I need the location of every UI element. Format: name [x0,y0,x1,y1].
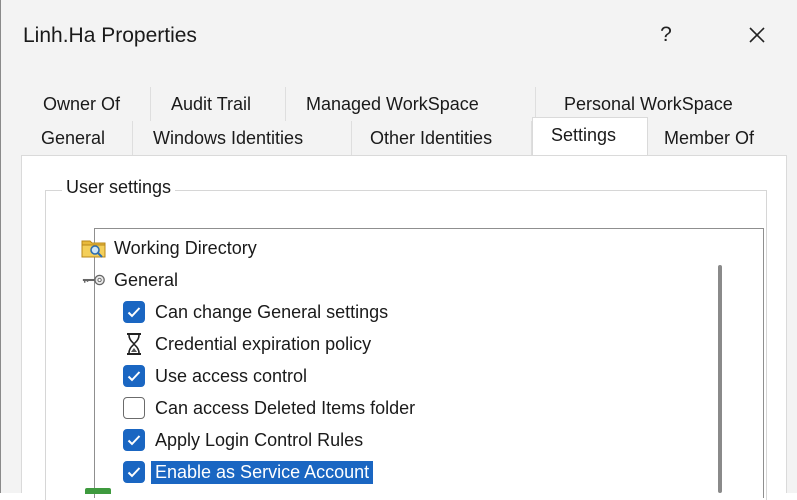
tree-item-use-access-control[interactable]: Use access control [123,361,307,391]
tree-item-label: General [114,269,179,290]
tab-audit-trail[interactable]: Audit Trail [151,87,286,121]
tab-windows-identities[interactable]: Windows Identities [133,121,352,155]
hourglass-icon [123,332,145,356]
tree-item-label: Working Directory [114,237,257,258]
tree-item-enable-as-service-account[interactable]: Enable as Service Account [123,457,374,487]
tab-settings[interactable]: Settings [532,117,648,156]
close-button[interactable] [737,17,777,53]
vertical-scrollbar-thumb[interactable] [718,265,722,493]
key-icon [81,268,107,292]
checkbox-checked[interactable] [123,301,145,323]
tab-personal-workspace[interactable]: Personal WorkSpace [536,87,776,121]
checkbox-unchecked[interactable] [123,397,145,419]
checkbox-checked[interactable] [123,429,145,451]
tab-member-of[interactable]: Member Of [648,121,788,155]
tree-item-label: Use access control [155,365,308,386]
folder-search-icon [81,236,107,260]
tree-item-can-access-deleted-items-folder[interactable]: Can access Deleted Items folder [123,393,415,423]
properties-dialog: Linh.Ha Properties ? Owner Of Audit Trai… [0,0,797,500]
tree-item-label: Can access Deleted Items folder [155,397,416,418]
title-bar: Linh.Ha Properties ? [1,0,797,75]
close-icon [749,27,765,43]
tree-item-label: Can change General settings [155,301,389,322]
tab-row-1: Owner Of Audit Trail Managed WorkSpace P… [21,87,776,121]
help-button[interactable]: ? [651,20,681,50]
tree-item-apply-login-control-rules[interactable]: Apply Login Control Rules [123,425,363,455]
tree-item-working-directory[interactable]: Working Directory [81,233,257,263]
checkbox-checked[interactable] [123,365,145,387]
tab-owner-of[interactable]: Owner Of [21,87,151,121]
tree-item-label: Apply Login Control Rules [155,429,364,450]
tab-general[interactable]: General [21,121,133,155]
checkmark-icon [127,467,141,478]
window-title: Linh.Ha Properties [23,24,197,47]
tab-row-2: General Windows Identities Other Identit… [21,117,788,156]
group-label: User settings [62,177,176,198]
checkmark-icon [127,435,141,446]
checkmark-icon [127,371,141,382]
tree-item-credential-expiration-policy[interactable]: Credential expiration policy [123,329,371,359]
partially-visible-item-icon [85,488,111,494]
checkmark-icon [127,307,141,318]
tab-other-identities[interactable]: Other Identities [352,121,532,155]
tree-item-label-selected: Enable as Service Account [151,460,374,484]
tree-item-can-change-general-settings[interactable]: Can change General settings [123,297,388,327]
tree-item-general[interactable]: General [81,265,178,295]
tab-managed-workspace[interactable]: Managed WorkSpace [286,87,536,121]
tree-item-label: Credential expiration policy [155,333,372,354]
checkbox-checked[interactable] [123,461,145,483]
